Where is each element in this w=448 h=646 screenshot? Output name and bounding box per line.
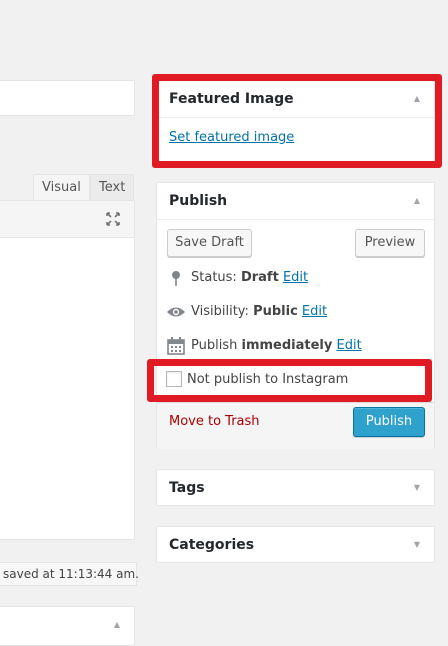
calendar-icon [167, 337, 185, 355]
publish-button[interactable]: Publish [353, 407, 425, 437]
fullscreen-icon[interactable] [105, 211, 121, 227]
move-to-trash-link[interactable]: Move to Trash [169, 414, 260, 429]
featured-image-box: Featured Image ▲ Set featured image [156, 80, 435, 163]
status-edit-link[interactable]: Edit [283, 270, 308, 285]
categories-box: Categories ▼ [156, 526, 435, 563]
collapse-arrow-icon[interactable]: ▲ [114, 620, 120, 629]
visibility-row: Visibility: Public Edit [191, 304, 327, 319]
schedule-row: Publish immediately Edit [191, 338, 362, 353]
tags-box: Tags ▼ [156, 469, 435, 506]
expand-arrow-icon[interactable]: ▼ [414, 540, 420, 549]
expand-arrow-icon[interactable]: ▼ [414, 483, 420, 492]
editor-toolbar [0, 200, 135, 238]
schedule-label: Publish [191, 338, 238, 353]
save-draft-button[interactable]: Save Draft [167, 229, 252, 257]
title-input[interactable] [0, 80, 135, 116]
schedule-value: immediately [241, 338, 333, 353]
pin-icon [170, 270, 182, 286]
tags-title: Tags [169, 480, 205, 496]
featured-image-title: Featured Image [169, 91, 294, 107]
set-featured-image-link[interactable]: Set featured image [169, 130, 294, 145]
eye-icon [166, 305, 186, 319]
status-value: Draft [240, 270, 279, 285]
editor-status-bar: saved at 11:13:44 am. [0, 562, 139, 586]
publish-title: Publish [169, 193, 228, 209]
editor-content-area[interactable] [0, 237, 135, 540]
editor-lower-box: ▲ [0, 606, 135, 646]
tab-visual[interactable]: Visual [33, 174, 90, 200]
categories-title: Categories [169, 537, 255, 553]
preview-button[interactable]: Preview [355, 229, 425, 257]
collapse-arrow-icon[interactable]: ▲ [414, 94, 420, 103]
autosave-status: saved at 11:13:44 am. [3, 567, 139, 581]
status-row: Status: Draft Edit [191, 270, 308, 285]
schedule-edit-link[interactable]: Edit [337, 338, 362, 353]
visibility-label: Visibility: [191, 304, 249, 319]
tab-text[interactable]: Text [90, 174, 135, 200]
instagram-checkbox[interactable] [166, 371, 182, 387]
visibility-value: Public [253, 304, 298, 319]
visibility-edit-link[interactable]: Edit [302, 304, 327, 319]
instagram-checkbox-label[interactable]: Not publish to Instagram [187, 372, 348, 387]
status-label: Status: [191, 270, 237, 285]
collapse-arrow-icon[interactable]: ▲ [414, 196, 420, 205]
